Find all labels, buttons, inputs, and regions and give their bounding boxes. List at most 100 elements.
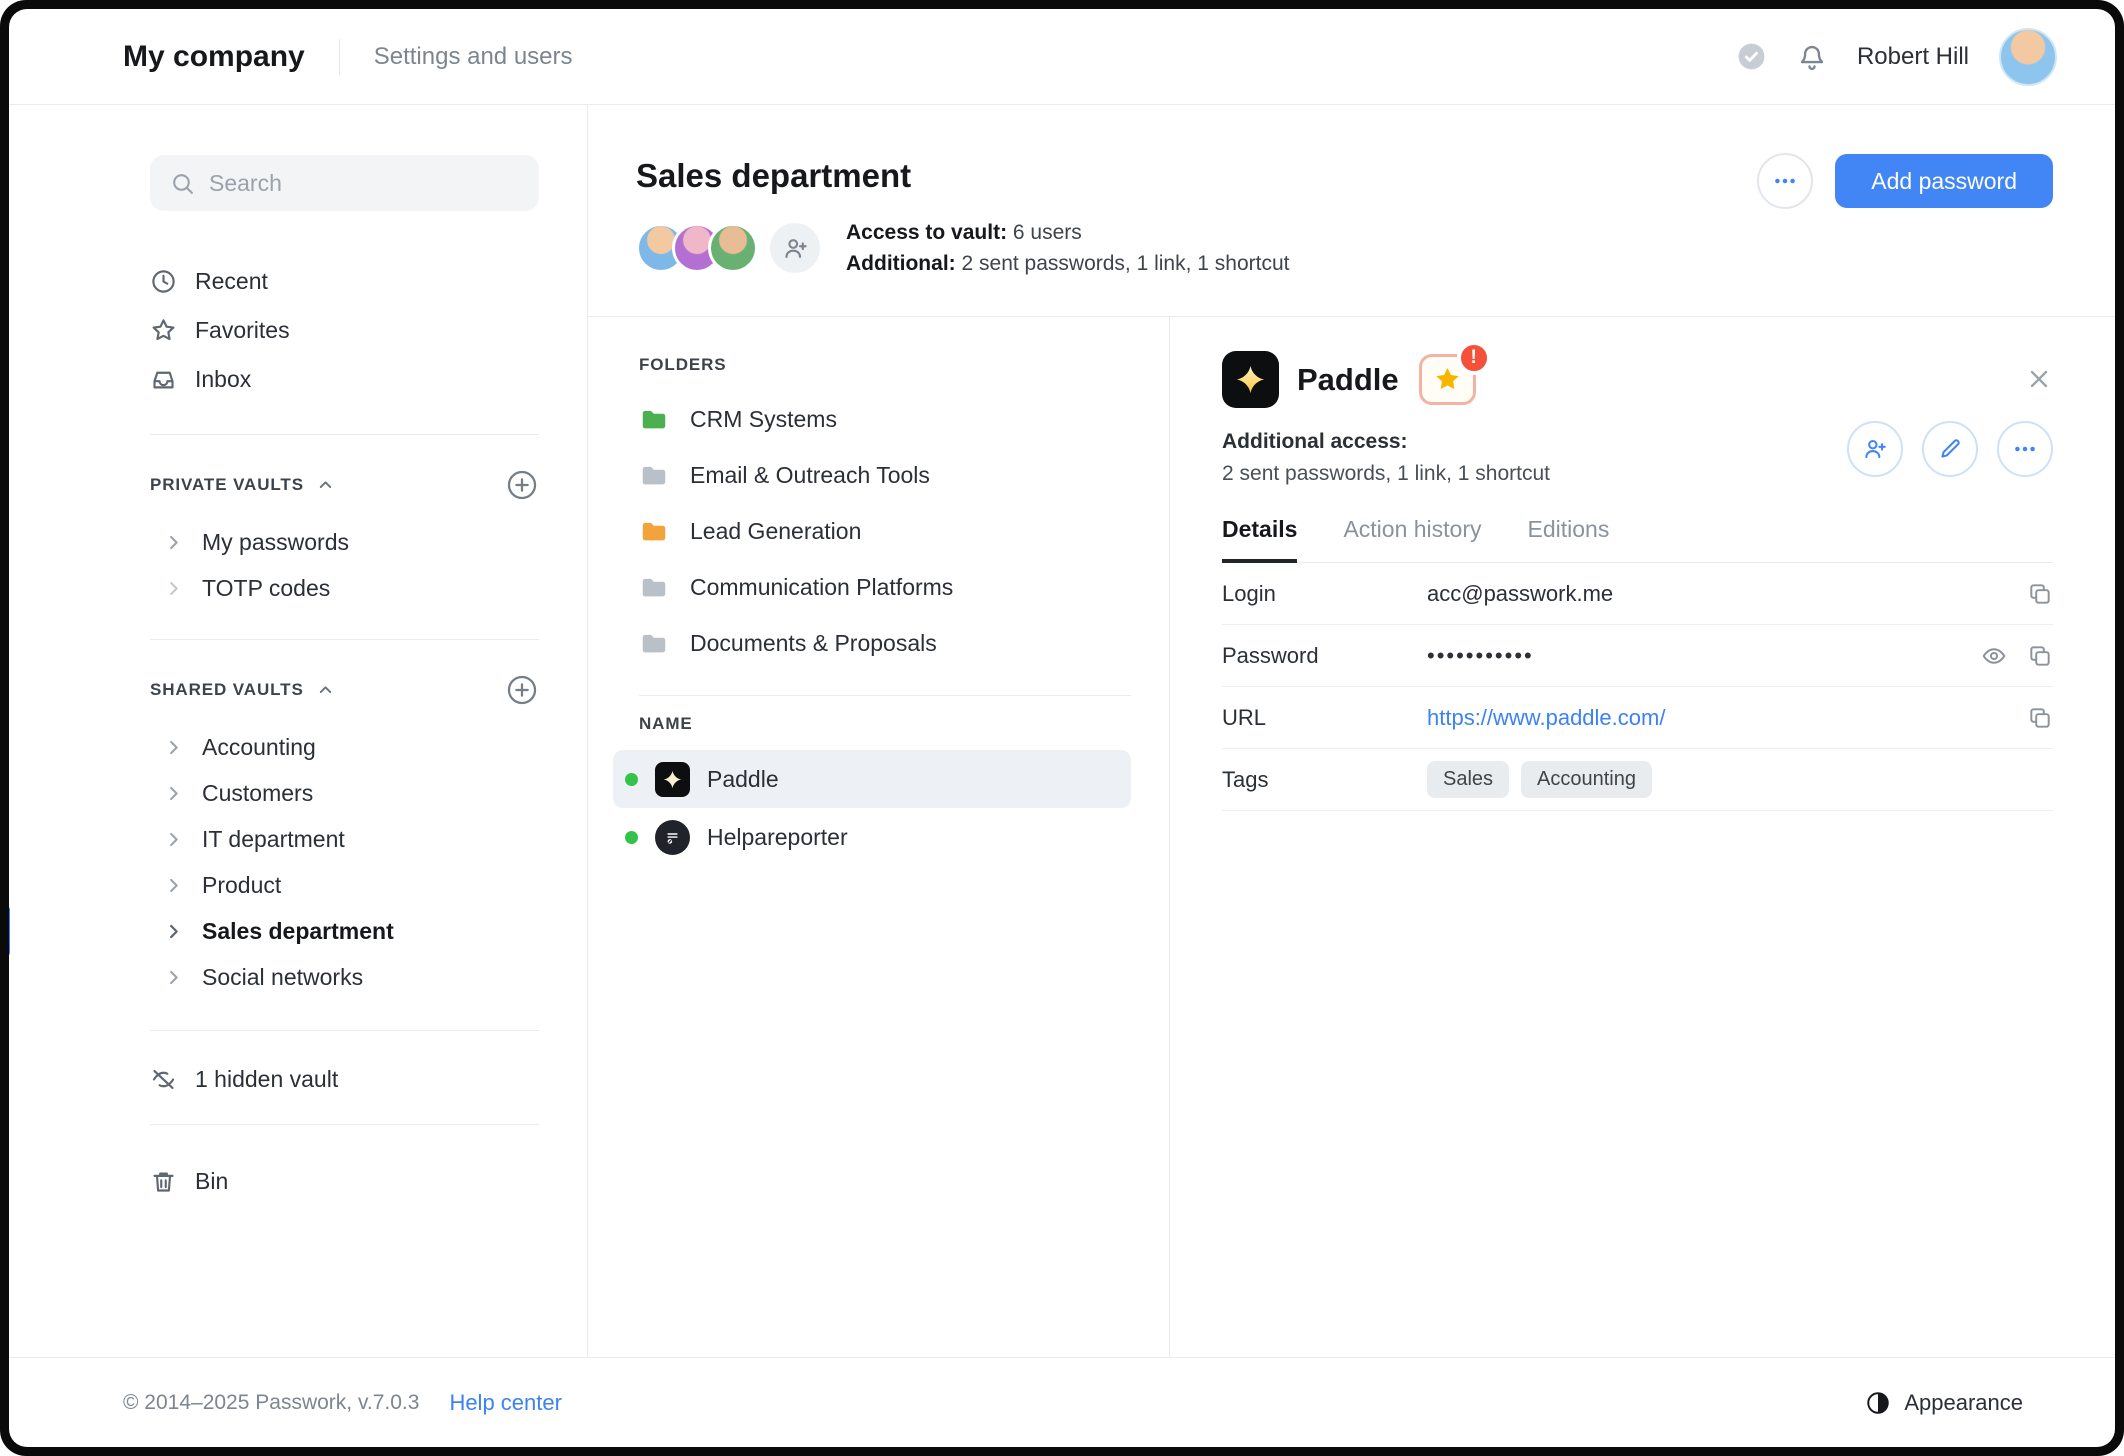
sidebar-item-social-networks[interactable]: Social networks [150,954,539,1000]
bell-icon[interactable] [1797,42,1827,72]
avatar[interactable] [708,223,758,273]
folder-lead-generation[interactable]: Lead Generation [639,503,1131,559]
more-button[interactable] [1997,421,2053,477]
status-dot [625,830,638,844]
record-helpareporter[interactable]: Helpareporter [613,808,1131,866]
tab-editions[interactable]: Editions [1528,516,1610,562]
check-circle-icon[interactable] [1736,41,1767,72]
topbar: My company Settings and users Robert Hil… [9,9,2115,105]
folder-email-outreach[interactable]: Email & Outreach Tools [639,447,1131,503]
sidebar-item-my-passwords[interactable]: My passwords [150,519,539,565]
field-login: Login acc@passwork.me [1222,563,2053,625]
sidebar-divider [150,434,539,435]
person-plus-icon [784,238,807,258]
chevron-up-icon[interactable] [316,476,335,495]
favorite-badge[interactable]: ! [1418,341,1491,405]
eye-off-icon [152,1069,175,1090]
vault-more-button[interactable] [1757,153,1814,209]
folder-icon [642,410,666,429]
sidebar-divider [150,1124,539,1125]
sidebar-item-it-department[interactable]: IT department [150,816,539,862]
sidebar-divider [150,1030,539,1031]
folder-icon [642,466,666,485]
ellipsis-icon [1775,178,1796,184]
chevron-right-icon [170,832,178,846]
tag-sales[interactable]: Sales [1427,761,1510,798]
copyright-text: © 2014–2025 Passwork, v.7.0.3 [123,1390,420,1414]
sidebar-divider [150,639,539,640]
detail-tabs: Details Action history Editions [1222,516,2053,563]
paddle-icon [1222,351,1279,408]
folder-crm-systems[interactable]: CRM Systems [639,391,1131,447]
search-icon [170,171,195,196]
window-frame: My company Settings and users Robert Hil… [0,0,2124,1456]
clock-icon [152,270,175,293]
sidebar-item-bin[interactable]: Bin [150,1157,539,1206]
login-value: acc@passwork.me [1427,580,1614,606]
sidebar-item-customers[interactable]: Customers [150,770,539,816]
sidebar-item-totp-codes[interactable]: TOTP codes [150,565,539,611]
folder-documents-proposals[interactable]: Documents & Proposals [639,615,1131,671]
user-name[interactable]: Robert Hill [1857,43,1969,71]
share-access-button[interactable] [1847,421,1903,477]
sidebar-item-product[interactable]: Product [150,862,539,908]
sidebar-item-accounting[interactable]: Accounting [150,724,539,770]
private-vaults-title: PRIVATE VAULTS [150,475,304,494]
edit-button[interactable] [1922,421,1978,477]
footer: © 2014–2025 Passwork, v.7.0.3 Help cente… [9,1357,2115,1447]
add-shared-vault-button[interactable] [505,673,539,707]
record-title: Paddle [1297,361,1399,397]
close-icon[interactable] [2025,365,2053,393]
sidebar-item-recent[interactable]: Recent [150,257,539,306]
sidebar-item-sales-department[interactable]: Sales department [9,906,539,956]
folder-icon [642,634,666,653]
tags-list: Sales Accounting [1427,761,2053,798]
sidebar-item-favorites[interactable]: Favorites [150,306,539,355]
star-icon [152,319,175,341]
add-user-button[interactable] [770,223,820,273]
record-detail-panel: Paddle ! Additional access: 2 sent passw… [1170,317,2115,1357]
chevron-right-icon [170,581,178,595]
paddle-icon [655,761,690,797]
company-name[interactable]: My company [123,40,305,74]
eye-icon[interactable] [1981,643,2007,669]
copy-icon[interactable] [2027,705,2053,731]
folder-communication-platforms[interactable]: Communication Platforms [639,559,1131,615]
search-input[interactable] [209,169,519,197]
chevron-up-icon[interactable] [316,681,335,700]
tab-details[interactable]: Details [1222,516,1298,563]
settings-users-link[interactable]: Settings and users [374,43,573,71]
chevron-right-icon [170,786,178,800]
appearance-toggle[interactable]: Appearance [1865,1390,2023,1416]
inbox-icon [153,371,174,389]
add-password-button[interactable]: Add password [1835,154,2053,208]
field-password: Password ••••••••••• [1222,625,2053,687]
trash-icon [153,1172,174,1192]
sidebar-item-inbox[interactable]: Inbox [150,355,539,404]
vault-access-info: Access to vault: 6 users Additional: 2 s… [846,221,1290,275]
url-link[interactable]: https://www.paddle.com/ [1427,705,2027,731]
chevron-right-icon [170,740,178,754]
folder-icon [642,578,666,597]
user-avatar[interactable] [1999,27,2057,86]
folders-column: FOLDERS CRM Systems Email & Outreach Too… [588,317,1170,1357]
field-tags: Tags Sales Accounting [1222,749,2053,811]
person-plus-icon [1865,439,1886,459]
record-paddle[interactable]: Paddle [613,750,1131,808]
copy-icon[interactable] [2027,643,2053,669]
password-value: ••••••••••• [1427,642,1534,668]
hidden-vault-row[interactable]: 1 hidden vault [150,1055,539,1104]
tab-action-history[interactable]: Action history [1343,516,1481,562]
pencil-icon [1941,439,1960,458]
alert-badge: ! [1456,341,1491,375]
vault-user-avatars[interactable] [636,223,758,273]
folders-title: FOLDERS [639,355,727,374]
copy-icon[interactable] [2027,581,2053,607]
help-center-link[interactable]: Help center [449,1390,562,1416]
add-private-vault-button[interactable] [505,468,539,502]
tag-accounting[interactable]: Accounting [1521,761,1652,798]
passwork-app: My company Settings and users Robert Hil… [9,9,2115,1447]
records-title: NAME [639,714,693,733]
chevron-right-icon [170,924,178,938]
field-url: URL https://www.paddle.com/ [1222,687,2053,749]
